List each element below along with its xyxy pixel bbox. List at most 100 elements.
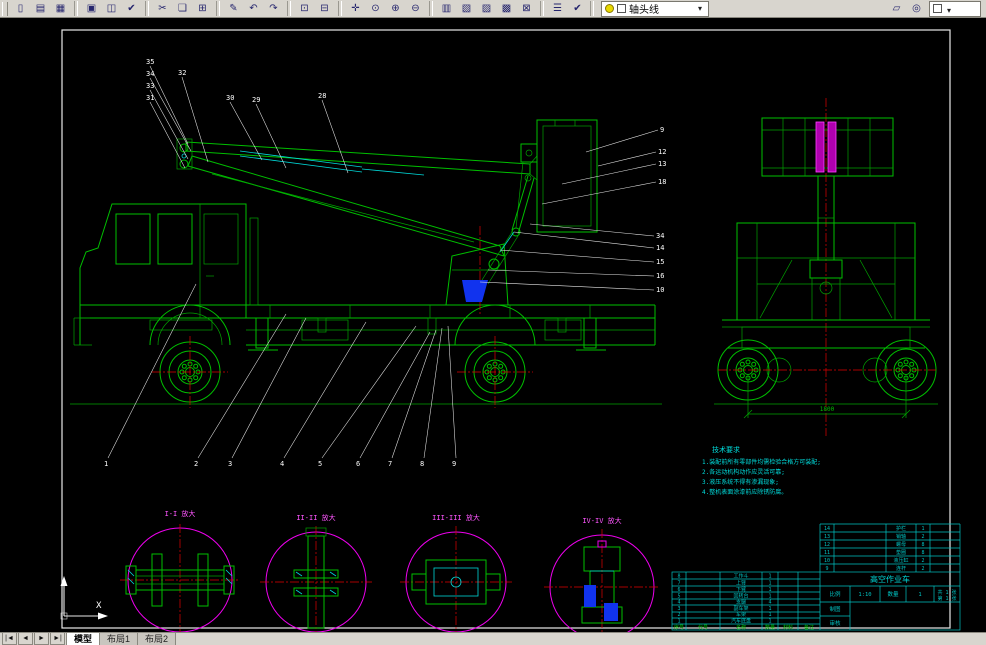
title-block-text: 1	[768, 619, 771, 625]
title-block-text: 液压缸	[893, 557, 908, 564]
toolbar-grip[interactable]	[2, 1, 8, 16]
toolbar-separator	[590, 1, 594, 16]
title-block-text: 2	[921, 534, 924, 540]
layout-tabbar: |◄ ◄ ► ►| 模型 布局1 布局2	[0, 632, 986, 645]
qty-value: 1	[918, 592, 921, 598]
callout-label: 8	[420, 460, 424, 468]
callout-label: 18	[658, 178, 666, 186]
title-block-text: 销轴	[896, 533, 906, 540]
title-block-text: 材料	[783, 624, 793, 631]
quick-calc-icon[interactable]: ⊠	[517, 0, 536, 17]
callout-label: 16	[656, 272, 664, 280]
model-space-canvas[interactable]: 1800 I-I 放大 II-II 放大 III-III 放大 IV-IV 放大…	[0, 18, 986, 645]
callout-label: 33	[146, 82, 154, 90]
chevron-down-icon[interactable]	[944, 0, 954, 18]
callout-label: 14	[656, 244, 664, 252]
callout-label: 31	[146, 94, 154, 102]
title-block-text: 8	[677, 574, 680, 580]
title-block-text: 垫圈	[896, 549, 906, 556]
paste-icon[interactable]: ⊞	[193, 0, 212, 17]
tool-palettes-icon[interactable]: ▨	[477, 0, 496, 17]
ucs-icon: X	[60, 576, 108, 620]
detail-label: II-II 放大	[296, 513, 335, 522]
truck-side-view[interactable]	[70, 119, 662, 408]
tab-layout1[interactable]: 布局1	[99, 632, 139, 645]
properties-icon[interactable]: ▥	[437, 0, 456, 17]
toolbar-groups: ▯ ▤ ▦ ▣ ◫ ✔ ✂ ❏ ⊞ ✎ ↶ ↷ ⊡ ⊟ ✛ ⊙ ⊕ ⊖ ▥ ▧ ▨ ▩ ⊠ ☰ ✔	[11, 0, 587, 17]
title-block-text: 10	[824, 558, 830, 564]
callout-label: 3	[228, 460, 232, 468]
callout-label: 5	[318, 460, 322, 468]
title-block-text: 13	[824, 534, 830, 540]
callout-label: 4	[280, 460, 284, 468]
detail-views[interactable]: I-I 放大 II-II 放大 III-III 放大 IV-IV 放大	[120, 509, 660, 645]
layer-dropdown[interactable]: 轴头线	[601, 0, 709, 17]
tab-layout2[interactable]: 布局2	[137, 632, 177, 645]
title-block-text: 数量	[765, 624, 775, 631]
undo-icon[interactable]: ↶	[244, 0, 263, 17]
copy-icon[interactable]: ❏	[173, 0, 192, 17]
detail-label: IV-IV 放大	[582, 516, 621, 525]
osnap-settings-icon[interactable]: ⊟	[315, 0, 334, 17]
title-block-text: 2	[921, 558, 924, 564]
make-layer-current-icon[interactable]: ✔	[568, 0, 587, 17]
callout-label: 29	[252, 96, 260, 104]
title-block-text: 1	[921, 526, 924, 532]
detail-view-2[interactable]	[260, 526, 372, 638]
detail-view-3[interactable]	[400, 526, 512, 638]
callout-label: 28	[318, 92, 326, 100]
toolbar-right-groups: ▱ ◎	[887, 0, 926, 17]
callout-label: 10	[656, 286, 664, 294]
callout-label: 30	[226, 94, 234, 102]
open-icon[interactable]: ▤	[31, 0, 50, 17]
title-block-text: 11	[824, 550, 830, 556]
cut-icon[interactable]: ✂	[153, 0, 172, 17]
title-block-text: 1	[677, 619, 680, 625]
callout-label: 13	[658, 160, 666, 168]
detail-view-4[interactable]	[544, 529, 660, 645]
insert-block-icon[interactable]: ⊡	[295, 0, 314, 17]
spell-icon[interactable]: ✔	[122, 0, 141, 17]
plot-preview-icon[interactable]: ◫	[102, 0, 121, 17]
save-icon[interactable]: ▦	[51, 0, 70, 17]
cad-drawing[interactable]: 1800 I-I 放大 II-II 放大 III-III 放大 IV-IV 放大…	[0, 18, 986, 645]
tab-last-button[interactable]: ►|	[50, 632, 65, 645]
callout-label: 7	[388, 460, 392, 468]
title-block-text: 9	[825, 566, 828, 572]
zoom-window-icon[interactable]: ⊕	[386, 0, 405, 17]
title-block-text: 1	[768, 581, 771, 587]
title-block-text: 8	[921, 542, 924, 548]
truck-rear-view[interactable]: 1800	[714, 98, 938, 436]
design-center-icon[interactable]: ▧	[457, 0, 476, 17]
tab-next-button[interactable]: ►	[34, 632, 49, 645]
detail-view-1[interactable]	[120, 524, 240, 636]
3d-orbit-icon[interactable]: ◎	[907, 0, 926, 17]
tab-first-button[interactable]: |◄	[2, 632, 17, 645]
match-properties-icon[interactable]: ✎	[224, 0, 243, 17]
plot-icon[interactable]: ▣	[82, 0, 101, 17]
tab-prev-button[interactable]: ◄	[18, 632, 33, 645]
notes-title: 技术要求	[712, 445, 740, 454]
layer-color-chip	[617, 4, 626, 13]
zoom-realtime-icon[interactable]: ⊙	[366, 0, 385, 17]
layer-properties-icon[interactable]: ☰	[548, 0, 567, 17]
sheet-set-icon[interactable]: ▩	[497, 0, 516, 17]
title-block-text: 2	[677, 612, 680, 618]
new-icon[interactable]: ▯	[11, 0, 30, 17]
title-block-text: 7	[677, 581, 680, 587]
layer-on-icon	[605, 4, 614, 13]
tab-model[interactable]: 模型	[66, 632, 101, 645]
named-views-icon[interactable]: ▱	[887, 0, 906, 17]
title-block-text: 12	[824, 542, 830, 548]
zoom-previous-icon[interactable]: ⊖	[406, 0, 425, 17]
chevron-down-icon[interactable]	[695, 3, 705, 14]
title-block-text: 1	[768, 587, 771, 593]
callout-label: 34	[656, 232, 664, 240]
title-block-text: 回转台	[733, 593, 748, 600]
toolbar-separator	[145, 1, 149, 16]
toolbar-separator	[216, 1, 220, 16]
redo-icon[interactable]: ↷	[264, 0, 283, 17]
color-dropdown[interactable]	[929, 0, 981, 18]
title-block-text: 1	[768, 574, 771, 580]
pan-icon[interactable]: ✛	[346, 0, 365, 17]
